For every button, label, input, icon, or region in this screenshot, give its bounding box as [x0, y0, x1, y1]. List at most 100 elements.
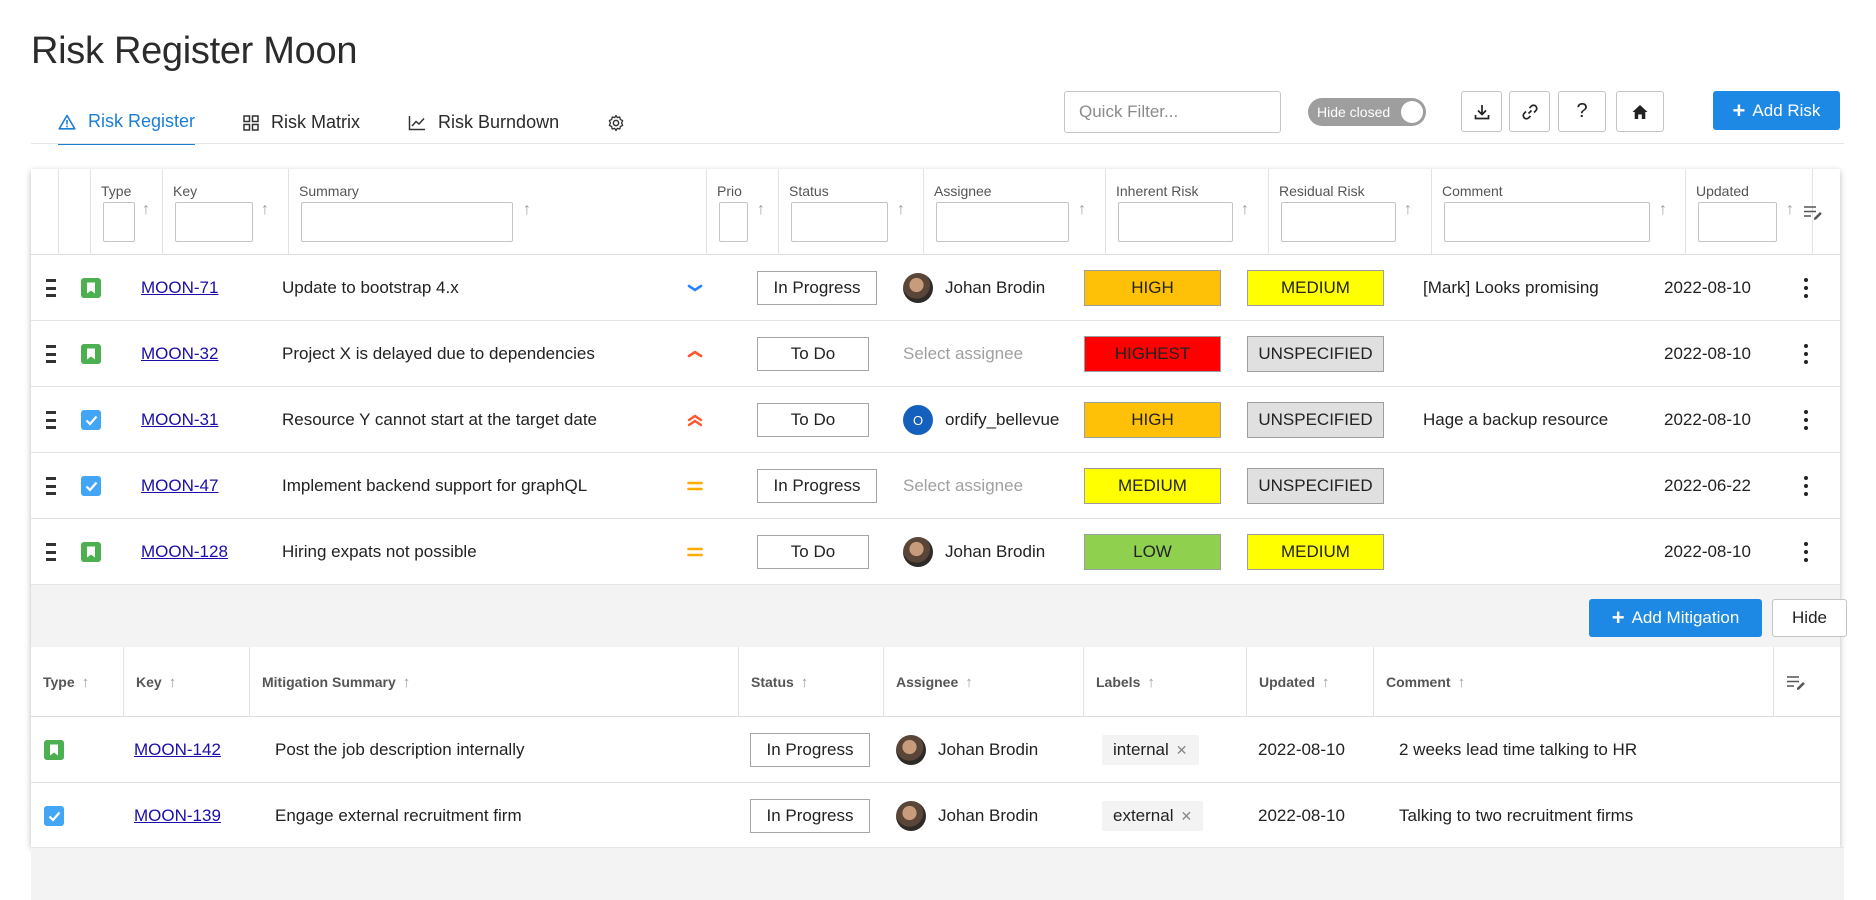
- mit-header-updated[interactable]: Updated ↑: [1246, 647, 1373, 717]
- inherent-risk-badge[interactable]: HIGHEST: [1084, 336, 1221, 372]
- issue-key-link[interactable]: MOON-71: [141, 278, 218, 298]
- issue-key-link[interactable]: MOON-139: [134, 806, 221, 826]
- mitigation-row[interactable]: MOON-142 Post the job description interna…: [31, 717, 1840, 783]
- filter-assignee-input[interactable]: [936, 202, 1069, 242]
- quick-filter-input[interactable]: [1064, 91, 1281, 133]
- residual-risk-badge[interactable]: MEDIUM: [1247, 270, 1384, 306]
- summary-cell[interactable]: Hiring expats not possible: [282, 519, 477, 585]
- status-dropdown[interactable]: In Progress: [757, 271, 877, 305]
- mit-header-labels[interactable]: Labels ↑: [1083, 647, 1246, 717]
- residual-risk-badge[interactable]: UNSPECIFIED: [1247, 336, 1384, 372]
- sort-arrow-icon[interactable]: ↑: [1786, 201, 1794, 219]
- label-chip[interactable]: external ✕: [1102, 801, 1204, 831]
- status-dropdown[interactable]: In Progress: [757, 469, 877, 503]
- sort-arrow-icon[interactable]: ↑: [1241, 201, 1249, 219]
- assignee-cell[interactable]: Johan Brodin: [903, 519, 1045, 585]
- summary-cell[interactable]: Implement backend support for graphQL: [282, 453, 587, 519]
- more-actions-icon[interactable]: [1803, 410, 1809, 430]
- inherent-risk-badge[interactable]: HIGH: [1084, 402, 1221, 438]
- summary-cell[interactable]: Update to bootstrap 4.x: [282, 255, 459, 321]
- issue-key-link[interactable]: MOON-128: [141, 542, 228, 562]
- mit-header-summary[interactable]: Mitigation Summary ↑: [249, 647, 738, 717]
- issue-key-link[interactable]: MOON-32: [141, 344, 218, 364]
- sort-arrow-icon[interactable]: ↑: [1659, 201, 1667, 219]
- issue-key-link[interactable]: MOON-142: [134, 740, 221, 760]
- assignee-cell[interactable]: Select assignee: [903, 453, 1023, 519]
- add-mitigation-button[interactable]: + Add Mitigation: [1589, 599, 1762, 637]
- inherent-risk-badge[interactable]: HIGH: [1084, 270, 1221, 306]
- copy-link-button[interactable]: [1509, 91, 1550, 132]
- sort-arrow-icon[interactable]: ↑: [1404, 201, 1412, 219]
- sort-arrow-icon[interactable]: ↑: [142, 201, 150, 219]
- filter-type-input[interactable]: [103, 202, 135, 242]
- remove-label-icon[interactable]: ✕: [1180, 808, 1192, 825]
- hide-mitigation-button[interactable]: Hide: [1772, 599, 1847, 637]
- help-button[interactable]: ?: [1558, 91, 1606, 132]
- drag-handle-icon[interactable]: [46, 345, 56, 363]
- inherent-risk-badge[interactable]: MEDIUM: [1084, 468, 1221, 504]
- status-dropdown[interactable]: In Progress: [750, 799, 870, 833]
- comment-cell[interactable]: [Mark] Looks promising: [1423, 255, 1599, 321]
- sort-arrow-icon[interactable]: ↑: [897, 201, 905, 219]
- column-settings-icon[interactable]: [1786, 673, 1806, 691]
- assignee-cell[interactable]: Johan Brodin: [903, 255, 1045, 321]
- comment-cell[interactable]: 2 weeks lead time talking to HR: [1399, 717, 1637, 783]
- mitigation-row[interactable]: MOON-139 Engage external recruitment firm…: [31, 783, 1840, 849]
- tab-risk-register[interactable]: Risk Register: [58, 100, 196, 145]
- mit-header-status[interactable]: Status ↑: [738, 647, 883, 717]
- filter-residual-input[interactable]: [1281, 202, 1396, 242]
- status-dropdown[interactable]: To Do: [757, 403, 869, 437]
- comment-cell[interactable]: Talking to two recruitment firms: [1399, 783, 1633, 849]
- more-actions-icon[interactable]: [1803, 542, 1809, 562]
- filter-key-input[interactable]: [175, 202, 253, 242]
- summary-cell[interactable]: Project X is delayed due to dependencies: [282, 321, 595, 387]
- filter-inherent-input[interactable]: [1118, 202, 1233, 242]
- home-button[interactable]: [1616, 91, 1664, 132]
- remove-label-icon[interactable]: ✕: [1176, 742, 1188, 759]
- add-risk-button[interactable]: + Add Risk: [1713, 91, 1840, 130]
- status-dropdown[interactable]: To Do: [757, 337, 869, 371]
- filter-status-input[interactable]: [791, 202, 888, 242]
- residual-risk-badge[interactable]: MEDIUM: [1247, 534, 1384, 570]
- more-actions-icon[interactable]: [1803, 278, 1809, 298]
- risk-row[interactable]: MOON-47 Implement backend support for gra…: [31, 453, 1840, 519]
- drag-handle-icon[interactable]: [46, 279, 56, 297]
- drag-handle-icon[interactable]: [46, 411, 56, 429]
- filter-comment-input[interactable]: [1444, 202, 1650, 242]
- risk-row[interactable]: MOON-128 Hiring expats not possible To Do J…: [31, 519, 1840, 585]
- download-button[interactable]: [1461, 91, 1502, 132]
- mit-header-key[interactable]: Key ↑: [123, 647, 249, 717]
- residual-risk-badge[interactable]: UNSPECIFIED: [1247, 468, 1384, 504]
- tab-risk-matrix[interactable]: Risk Matrix: [243, 100, 360, 145]
- tab-risk-burndown[interactable]: Risk Burndown: [408, 100, 559, 145]
- column-settings-icon[interactable]: [1803, 203, 1823, 221]
- status-dropdown[interactable]: In Progress: [750, 733, 870, 767]
- mit-header-type[interactable]: Type ↑: [31, 647, 123, 717]
- summary-cell[interactable]: Post the job description internally: [275, 717, 524, 783]
- mit-header-assignee[interactable]: Assignee ↑: [883, 647, 1083, 717]
- hide-closed-toggle[interactable]: Hide closed: [1308, 98, 1426, 126]
- issue-key-link[interactable]: MOON-47: [141, 476, 218, 496]
- assignee-cell[interactable]: Johan Brodin: [896, 717, 1038, 783]
- mit-header-comment[interactable]: Comment ↑: [1373, 647, 1773, 717]
- sort-arrow-icon[interactable]: ↑: [757, 201, 765, 219]
- tab-settings[interactable]: [607, 100, 625, 145]
- filter-updated-input[interactable]: [1698, 202, 1777, 242]
- sort-arrow-icon[interactable]: ↑: [261, 201, 269, 219]
- status-dropdown[interactable]: To Do: [757, 535, 869, 569]
- more-actions-icon[interactable]: [1803, 476, 1809, 496]
- sort-arrow-icon[interactable]: ↑: [1078, 201, 1086, 219]
- assignee-cell[interactable]: Oordify_bellevue: [903, 387, 1059, 453]
- label-chip[interactable]: internal ✕: [1102, 735, 1199, 765]
- risk-row[interactable]: MOON-31 Resource Y cannot start at the ta…: [31, 387, 1840, 453]
- risk-row[interactable]: MOON-32 Project X is delayed due to depen…: [31, 321, 1840, 387]
- sort-arrow-icon[interactable]: ↑: [523, 201, 531, 219]
- more-actions-icon[interactable]: [1803, 344, 1809, 364]
- inherent-risk-badge[interactable]: LOW: [1084, 534, 1221, 570]
- filter-summary-input[interactable]: [301, 202, 513, 242]
- residual-risk-badge[interactable]: UNSPECIFIED: [1247, 402, 1384, 438]
- drag-handle-icon[interactable]: [46, 543, 56, 561]
- risk-row[interactable]: MOON-71 Update to bootstrap 4.x In Progres…: [31, 255, 1840, 321]
- drag-handle-icon[interactable]: [46, 477, 56, 495]
- summary-cell[interactable]: Engage external recruitment firm: [275, 783, 522, 849]
